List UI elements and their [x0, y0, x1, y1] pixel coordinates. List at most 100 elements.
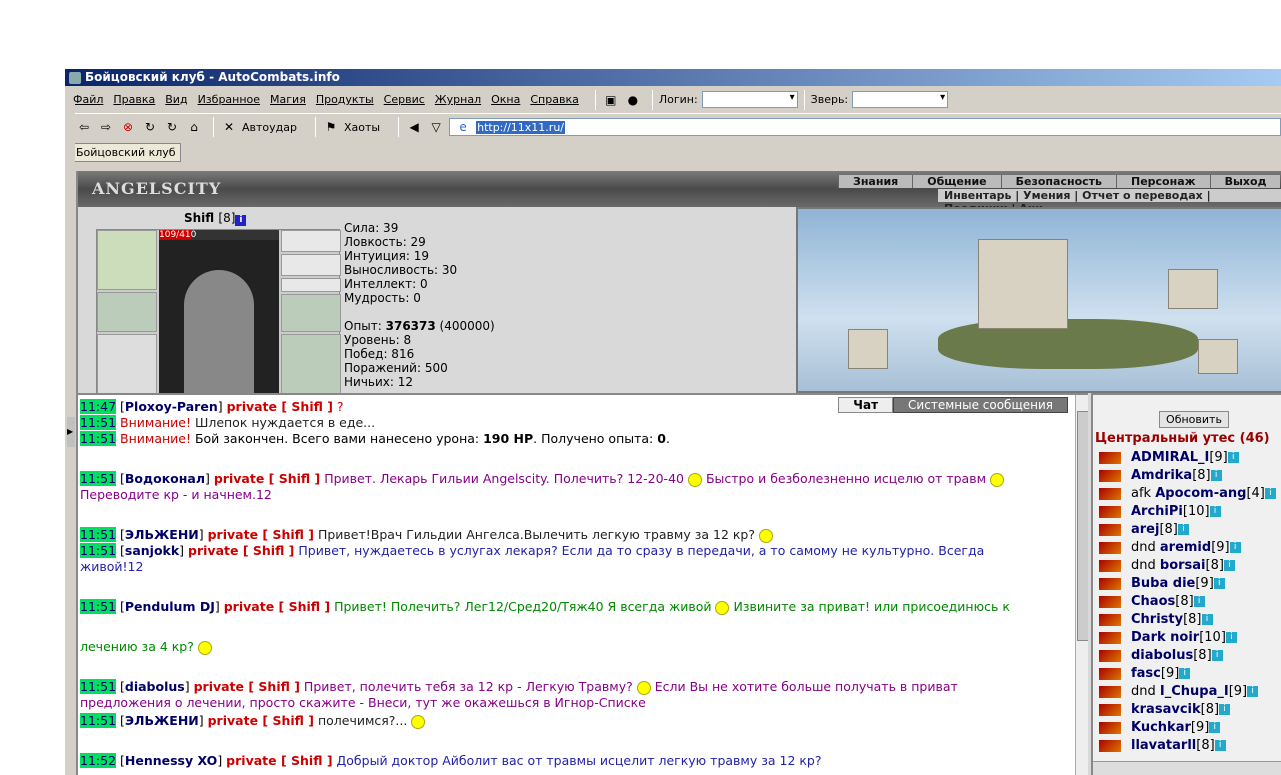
user-row[interactable]: ArchiPi[10] i [1099, 503, 1276, 521]
info-icon[interactable]: i [1229, 542, 1241, 553]
private-icon[interactable] [1099, 451, 1121, 464]
user-row[interactable]: dnd I_Chupa_I[9] i [1099, 683, 1276, 701]
chat-scrollbar[interactable] [1075, 395, 1088, 775]
user-row[interactable]: Chaos[8] i [1099, 593, 1276, 611]
private-icon[interactable] [1099, 595, 1121, 608]
user-row[interactable]: afk Apocom-ang[4] i [1099, 485, 1276, 503]
sound-icon[interactable]: ◀ [405, 118, 423, 136]
chat-nick[interactable]: Водоконал [125, 471, 205, 486]
private-icon[interactable] [1099, 685, 1121, 698]
chat-nick[interactable]: Hennessy XO [125, 753, 217, 768]
info-icon[interactable]: i [1219, 704, 1231, 715]
private-icon[interactable] [1099, 721, 1121, 734]
info-icon[interactable]: i [1179, 668, 1191, 679]
user-nick[interactable]: aremid [1160, 540, 1211, 555]
private-icon[interactable] [1099, 631, 1121, 644]
user-row[interactable]: fasc[9] i [1099, 665, 1276, 683]
rings-slot[interactable] [281, 278, 341, 292]
user-row[interactable]: dnd aremid[9] i [1099, 539, 1276, 557]
menu-favorites[interactable]: Избранное [198, 93, 260, 106]
login-select[interactable] [701, 91, 798, 108]
private-icon[interactable] [1099, 487, 1121, 500]
coin-icon[interactable]: ● [624, 91, 642, 109]
menu-windows[interactable]: Окна [491, 93, 520, 106]
expand-arrow-icon[interactable]: ▶ [67, 417, 75, 447]
forward-icon[interactable]: ⇨ [97, 118, 115, 136]
haoty-button[interactable]: Хаоты [344, 121, 380, 134]
sub-nav[interactable]: Инвентарь | Умения | Отчет о переводах |… [938, 189, 1281, 215]
user-row[interactable]: dnd borsai[8] i [1099, 557, 1276, 575]
refresh2-icon[interactable]: ↻ [163, 118, 181, 136]
chat-nick[interactable]: Pendulum DJ [125, 599, 215, 614]
info-icon[interactable]: i [1211, 650, 1223, 661]
user-nick[interactable]: ADMIRAL_I [1131, 450, 1209, 465]
bag-icon[interactable]: ▣ [602, 91, 620, 109]
menu-journal[interactable]: Журнал [435, 93, 481, 106]
stop-icon[interactable]: ⊗ [119, 118, 137, 136]
user-row[interactable]: Amdrika[8] i [1099, 467, 1276, 485]
menu-products[interactable]: Продукты [316, 93, 374, 106]
bracers-slot[interactable] [97, 292, 157, 332]
info-icon[interactable]: i [1225, 632, 1237, 643]
private-icon[interactable] [1099, 613, 1121, 626]
user-nick[interactable]: llavatarll [1131, 738, 1196, 753]
info-icon[interactable]: i [1213, 578, 1225, 589]
user-row[interactable]: Dark noir[10] i [1099, 629, 1276, 647]
gloves-slot[interactable] [281, 294, 341, 332]
scroll-thumb[interactable] [1077, 411, 1088, 641]
info-icon[interactable]: i [235, 215, 247, 226]
tools-icon[interactable]: ✕ [220, 118, 238, 136]
autoudar-button[interactable]: Автоудар [242, 121, 297, 134]
tab-system[interactable]: Системные сообщения [893, 397, 1068, 413]
back-icon[interactable]: ⇦ [75, 118, 93, 136]
user-row[interactable]: diabolus[8] i [1099, 647, 1276, 665]
info-icon[interactable]: i [1201, 614, 1213, 625]
nav-security[interactable]: Безопасность [1000, 175, 1116, 188]
user-nick[interactable]: Kuchkar [1131, 720, 1191, 735]
info-icon[interactable]: i [1210, 470, 1222, 481]
menu-edit[interactable]: Правка [113, 93, 155, 106]
private-icon[interactable] [1099, 523, 1121, 536]
info-icon[interactable]: i [1177, 524, 1189, 535]
user-row[interactable]: Buba die[9] i [1099, 575, 1276, 593]
weapon-slot[interactable] [97, 334, 157, 394]
private-icon[interactable] [1099, 739, 1121, 752]
private-icon[interactable] [1099, 667, 1121, 680]
menu-help[interactable]: Справка [530, 93, 578, 106]
nav-knowledge[interactable]: Знания [838, 175, 912, 188]
horizontal-scrollbar[interactable] [1093, 761, 1281, 775]
chat-nick[interactable]: ЭЛЬЖЕНИ [125, 713, 199, 728]
info-icon[interactable]: i [1193, 596, 1205, 607]
home-icon[interactable]: ⌂ [185, 118, 203, 136]
info-icon[interactable]: i [1247, 686, 1259, 697]
menu-service[interactable]: Сервис [384, 93, 425, 106]
user-row[interactable]: Kuchkar[9] i [1099, 719, 1276, 737]
info-icon[interactable]: i [1209, 506, 1221, 517]
private-icon[interactable] [1099, 505, 1121, 518]
user-nick[interactable]: arej [1131, 522, 1159, 537]
info-icon[interactable]: i [1227, 452, 1239, 463]
user-nick[interactable]: fasc [1131, 666, 1161, 681]
chat-nick[interactable]: diabolus [125, 679, 185, 694]
nav-communication[interactable]: Общение [912, 175, 1000, 188]
user-row[interactable]: llavatarll[8] i [1099, 737, 1276, 755]
user-nick[interactable]: Dark noir [1131, 630, 1199, 645]
pet-select[interactable] [852, 91, 949, 108]
user-nick[interactable]: Amdrika [1131, 468, 1192, 483]
tab-fightclub[interactable]: Бойцовский клуб [71, 142, 181, 162]
user-nick[interactable]: krasavcik [1131, 702, 1201, 717]
private-icon[interactable] [1099, 703, 1121, 716]
user-row[interactable]: arej[8] i [1099, 521, 1276, 539]
chat-nick[interactable]: ЭЛЬЖЕНИ [125, 527, 199, 542]
info-icon[interactable]: i [1214, 740, 1226, 751]
chat-nick[interactable]: Ploxoy-Paren [125, 399, 218, 414]
info-icon[interactable]: i [1223, 560, 1235, 571]
tab-chat[interactable]: Чат [838, 397, 894, 413]
nav-character[interactable]: Персонаж [1116, 175, 1210, 188]
shield-slot[interactable] [281, 334, 341, 394]
user-row[interactable]: krasavcik[8] i [1099, 701, 1276, 719]
menu-view[interactable]: Вид [165, 93, 187, 106]
refresh-icon[interactable]: ↻ [141, 118, 159, 136]
amulet-slot[interactable] [281, 254, 341, 276]
private-icon[interactable] [1099, 577, 1121, 590]
